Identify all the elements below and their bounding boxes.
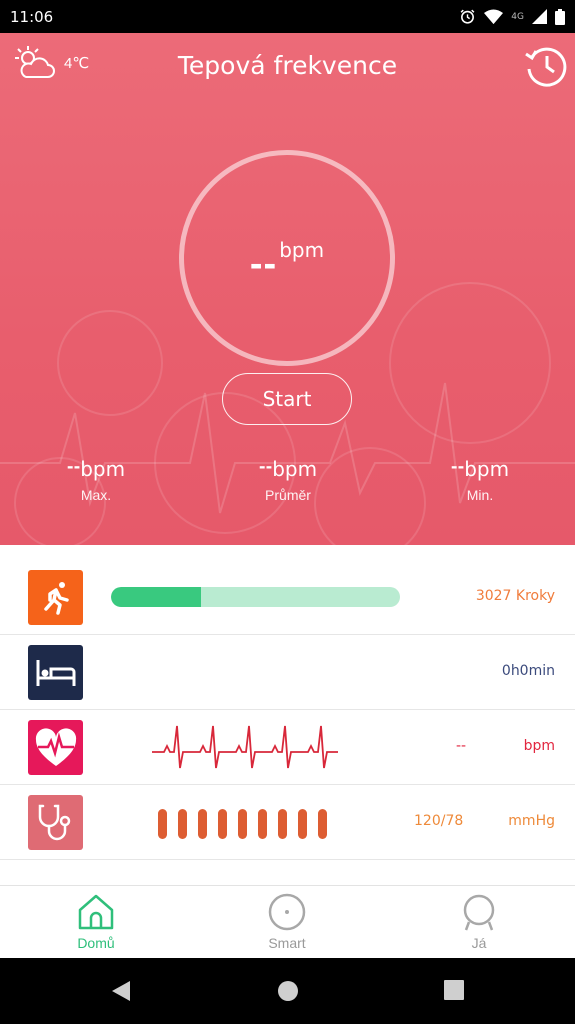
- ecg-waveform: [152, 725, 338, 769]
- stat-max-unit: bpm: [80, 457, 126, 481]
- pressure-bar: [218, 809, 227, 839]
- pressure-bar: [318, 809, 327, 839]
- bottom-navigation: Domů Smart Já: [0, 885, 575, 958]
- nav-home-label: Domů: [77, 935, 115, 951]
- watch-icon: [268, 893, 306, 931]
- stat-average: --bpm Průměr: [228, 457, 348, 503]
- stat-min-unit: bpm: [464, 457, 510, 481]
- heart-row[interactable]: -- bpm: [0, 710, 575, 785]
- stat-min-value: --bpm: [420, 457, 540, 481]
- sleep-row[interactable]: 0h0min: [0, 635, 575, 710]
- nav-home[interactable]: Domů: [36, 892, 156, 951]
- steps-progress-bar: [111, 587, 400, 607]
- alarm-icon: [460, 9, 475, 24]
- nav-me-label: Já: [471, 935, 487, 951]
- blood-pressure-row[interactable]: 120/78 mmHg: [0, 785, 575, 860]
- back-icon[interactable]: [110, 980, 132, 1002]
- stat-average-unit: bpm: [272, 457, 318, 481]
- status-time: 11:06: [10, 7, 54, 26]
- network-type: 4G: [511, 11, 524, 22]
- bed-icon: [28, 645, 83, 700]
- pressure-bar: [278, 809, 287, 839]
- heart-rate-panel: 4℃ Tepová frekvence -- bpm Start --bpm M…: [0, 33, 575, 545]
- steps-value: 3027 Kroky: [475, 588, 555, 604]
- nav-smart-label: Smart: [268, 935, 306, 951]
- wifi-icon: [484, 8, 504, 24]
- sleep-value: 0h0min: [501, 663, 555, 679]
- pressure-value: 120/78: [414, 813, 464, 829]
- pressure-bar: [298, 809, 307, 839]
- heart-unit: bpm: [523, 738, 555, 754]
- system-navigation-bar: [0, 958, 575, 1024]
- stat-average-value: --bpm: [228, 457, 348, 481]
- start-button[interactable]: Start: [222, 373, 352, 425]
- stat-average-label: Průměr: [265, 487, 311, 503]
- heart-pulse-icon: [28, 720, 83, 775]
- pressure-bar: [198, 809, 207, 839]
- stethoscope-icon: [28, 795, 83, 850]
- nav-me[interactable]: Já: [419, 892, 539, 951]
- stat-max-value: --bpm: [36, 457, 156, 481]
- heart-value: --: [456, 738, 467, 754]
- current-heart-rate: -- bpm: [184, 155, 390, 361]
- recents-icon[interactable]: [444, 980, 464, 1000]
- pressure-bars: [158, 809, 327, 839]
- stat-min: --bpm Min.: [420, 457, 540, 503]
- pressure-bar: [178, 809, 187, 839]
- pressure-unit: mmHg: [508, 813, 555, 829]
- home-icon: [78, 894, 114, 930]
- running-icon: [28, 570, 83, 625]
- stat-min-label: Min.: [466, 487, 494, 503]
- nav-smart[interactable]: Smart: [227, 892, 347, 951]
- pressure-bar: [238, 809, 247, 839]
- pressure-bar: [158, 809, 167, 839]
- user-icon: [463, 894, 495, 931]
- current-bpm-unit: bpm: [279, 238, 325, 262]
- steps-row[interactable]: 3027 Kroky: [0, 560, 575, 635]
- battery-icon: [555, 8, 565, 25]
- stat-max-number: --: [66, 457, 81, 476]
- stat-max-label: Max.: [80, 487, 112, 503]
- signal-icon: [532, 9, 547, 24]
- stat-max: --bpm Max.: [36, 457, 156, 503]
- steps-progress-fill: [111, 587, 201, 607]
- status-bar: 11:06 4G: [0, 0, 575, 33]
- heart-rate-ring: -- bpm: [179, 150, 395, 366]
- activity-list: 3027 Kroky 0h0min -- bpm 120/78 mmHg: [0, 560, 575, 860]
- pressure-bar: [258, 809, 267, 839]
- history-icon[interactable]: [523, 43, 569, 89]
- page-title: Tepová frekvence: [177, 51, 398, 80]
- stat-min-number: --: [450, 457, 465, 476]
- status-icons: 4G: [459, 8, 565, 25]
- stat-average-number: --: [258, 457, 273, 476]
- home-circle-icon[interactable]: [277, 980, 299, 1002]
- current-bpm-value: --: [249, 242, 278, 285]
